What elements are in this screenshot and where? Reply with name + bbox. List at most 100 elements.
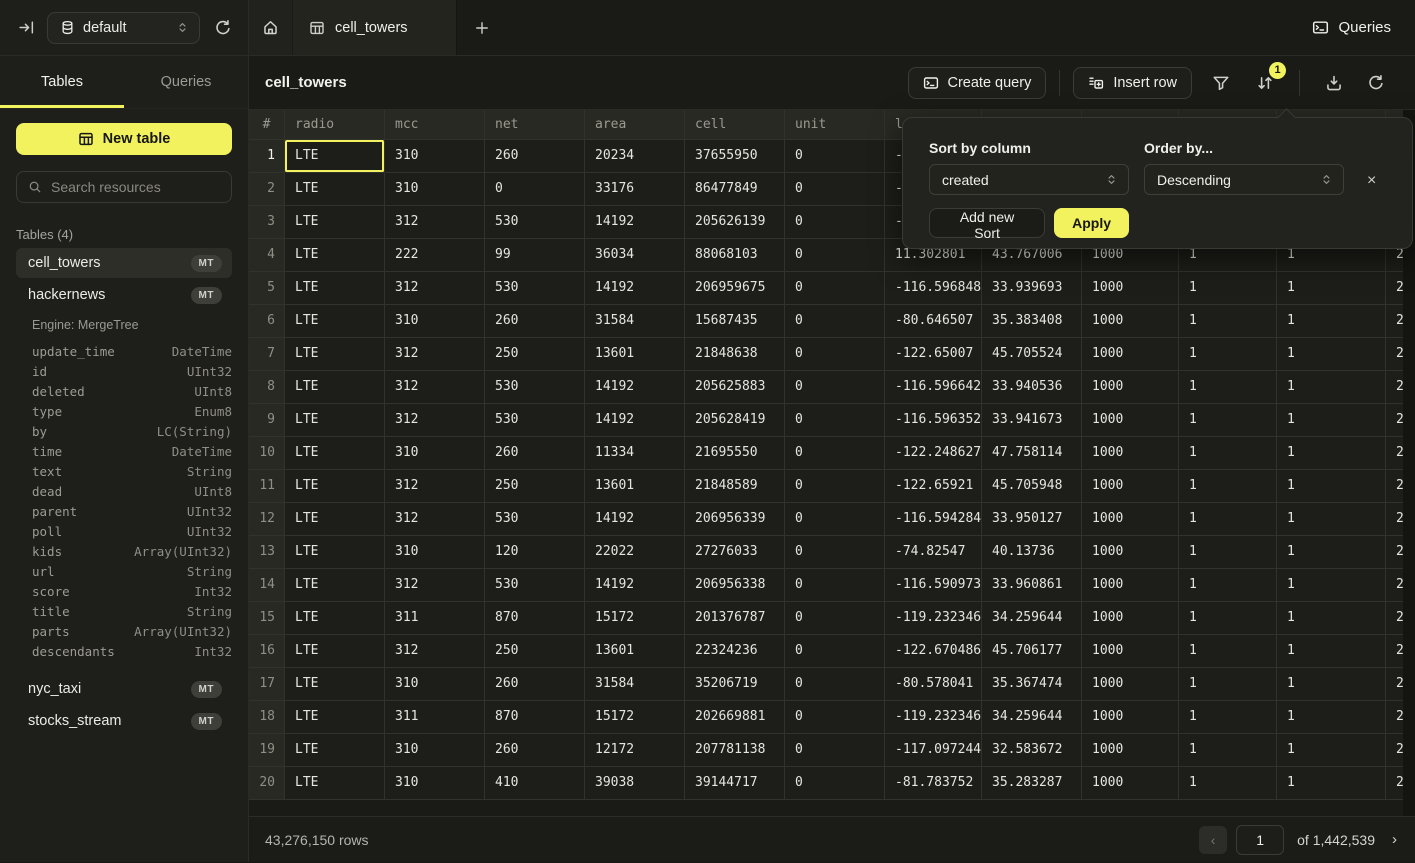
grid-header-unit[interactable]: unit <box>785 110 885 140</box>
table-cell[interactable]: 1 <box>1179 734 1277 767</box>
table-cell[interactable]: 13601 <box>585 635 685 668</box>
table-cell[interactable]: 31584 <box>585 305 685 338</box>
row-number-cell[interactable]: 3 <box>249 206 285 239</box>
insert-row-button[interactable]: Insert row <box>1073 67 1192 99</box>
table-cell[interactable]: 1 <box>1277 371 1386 404</box>
table-cell[interactable]: 312 <box>385 635 485 668</box>
table-cell[interactable]: 205625883 <box>685 371 785 404</box>
table-cell[interactable]: -81.783752 <box>885 767 982 800</box>
table-cell[interactable]: 1000 <box>1082 437 1179 470</box>
table-cell[interactable]: 201376787 <box>685 602 785 635</box>
row-number-cell[interactable]: 14 <box>249 569 285 602</box>
table-cell[interactable]: 0 <box>785 701 885 734</box>
new-tab-button[interactable] <box>457 0 507 55</box>
table-cell[interactable]: LTE <box>285 404 385 437</box>
table-cell[interactable]: 530 <box>485 569 585 602</box>
table-cell[interactable]: 1 <box>1179 536 1277 569</box>
table-cell[interactable]: -116.596848 <box>885 272 982 305</box>
table-cell[interactable]: 2 <box>1386 734 1403 767</box>
table-cell[interactable]: 206959675 <box>685 272 785 305</box>
table-cell[interactable]: 1000 <box>1082 305 1179 338</box>
table-cell[interactable]: 2 <box>1386 404 1403 437</box>
table-cell[interactable]: -119.232346 <box>885 701 982 734</box>
table-cell[interactable]: 2 <box>1386 701 1403 734</box>
table-cell[interactable]: 1 <box>1179 668 1277 701</box>
table-cell[interactable]: -116.594284 <box>885 503 982 536</box>
table-cell[interactable]: 0 <box>785 437 885 470</box>
table-cell[interactable]: LTE <box>285 239 385 272</box>
row-number-cell[interactable]: 9 <box>249 404 285 437</box>
filter-button[interactable] <box>1208 70 1234 96</box>
table-cell[interactable]: 206956338 <box>685 569 785 602</box>
row-number-cell[interactable]: 16 <box>249 635 285 668</box>
table-cell[interactable]: 47.758114 <box>982 437 1082 470</box>
table-cell[interactable]: 33176 <box>585 173 685 206</box>
table-cell[interactable]: 0 <box>785 503 885 536</box>
add-new-sort-button[interactable]: Add new Sort <box>929 208 1045 238</box>
table-cell[interactable]: 1 <box>1179 404 1277 437</box>
row-number-cell[interactable]: 2 <box>249 173 285 206</box>
table-cell[interactable]: 202669881 <box>685 701 785 734</box>
table-cell[interactable]: 39038 <box>585 767 685 800</box>
table-cell[interactable]: 310 <box>385 767 485 800</box>
table-cell[interactable]: 33.941673 <box>982 404 1082 437</box>
table-cell[interactable]: 1 <box>1179 305 1277 338</box>
table-cell[interactable]: 12172 <box>585 734 685 767</box>
table-cell[interactable]: 0 <box>485 173 585 206</box>
queries-button[interactable]: Queries <box>1288 0 1415 55</box>
table-cell[interactable]: 14192 <box>585 206 685 239</box>
table-cell[interactable]: -116.590973 <box>885 569 982 602</box>
table-cell[interactable]: 205626139 <box>685 206 785 239</box>
table-cell[interactable]: 35.367474 <box>982 668 1082 701</box>
table-cell[interactable]: 2 <box>1386 437 1403 470</box>
new-table-button[interactable]: New table <box>16 123 232 155</box>
table-cell[interactable]: LTE <box>285 272 385 305</box>
table-cell[interactable]: -116.596352 <box>885 404 982 437</box>
row-number-cell[interactable]: 5 <box>249 272 285 305</box>
sidebar-table-item-cell_towers[interactable]: cell_towersMT <box>16 248 232 278</box>
table-cell[interactable]: 0 <box>785 239 885 272</box>
table-cell[interactable]: 35.383408 <box>982 305 1082 338</box>
table-cell[interactable]: 1 <box>1179 569 1277 602</box>
refresh-table-button[interactable] <box>1363 70 1389 96</box>
table-cell[interactable]: 1000 <box>1082 734 1179 767</box>
table-cell[interactable]: 35.283287 <box>982 767 1082 800</box>
previous-page-button[interactable]: ‹ <box>1199 826 1227 854</box>
table-cell[interactable]: LTE <box>285 140 385 173</box>
table-cell[interactable]: 2 <box>1386 371 1403 404</box>
table-cell[interactable]: -117.097244 <box>885 734 982 767</box>
table-cell[interactable]: 22022 <box>585 536 685 569</box>
table-cell[interactable]: 14192 <box>585 569 685 602</box>
collapse-sidebar-icon[interactable] <box>18 19 35 36</box>
table-cell[interactable]: 2 <box>1386 305 1403 338</box>
table-cell[interactable]: LTE <box>285 536 385 569</box>
table-cell[interactable]: 0 <box>785 305 885 338</box>
table-cell[interactable]: 312 <box>385 338 485 371</box>
table-cell[interactable]: 1000 <box>1082 404 1179 437</box>
row-number-cell[interactable]: 1 <box>249 140 285 173</box>
next-page-button[interactable]: › <box>1388 831 1401 848</box>
table-cell[interactable]: 1000 <box>1082 338 1179 371</box>
table-cell[interactable]: 1 <box>1277 734 1386 767</box>
table-cell[interactable]: 2 <box>1386 767 1403 800</box>
table-cell[interactable]: 1 <box>1277 569 1386 602</box>
table-cell[interactable]: 21848589 <box>685 470 785 503</box>
table-cell[interactable]: 2 <box>1386 272 1403 305</box>
table-cell[interactable]: 250 <box>485 338 585 371</box>
table-cell[interactable]: -74.82547 <box>885 536 982 569</box>
table-cell[interactable]: 312 <box>385 470 485 503</box>
table-cell[interactable]: 2 <box>1386 470 1403 503</box>
table-cell[interactable]: 530 <box>485 404 585 437</box>
table-cell[interactable]: 14192 <box>585 404 685 437</box>
table-cell[interactable]: 32.583672 <box>982 734 1082 767</box>
table-cell[interactable]: 1 <box>1277 437 1386 470</box>
table-cell[interactable]: 0 <box>785 206 885 239</box>
table-cell[interactable]: LTE <box>285 206 385 239</box>
sidebar-tab-queries[interactable]: Queries <box>124 56 248 108</box>
table-cell[interactable]: 15687435 <box>685 305 785 338</box>
table-cell[interactable]: 0 <box>785 173 885 206</box>
table-cell[interactable]: 205628419 <box>685 404 785 437</box>
table-cell[interactable]: 0 <box>785 668 885 701</box>
row-number-cell[interactable]: 11 <box>249 470 285 503</box>
table-cell[interactable]: 312 <box>385 569 485 602</box>
